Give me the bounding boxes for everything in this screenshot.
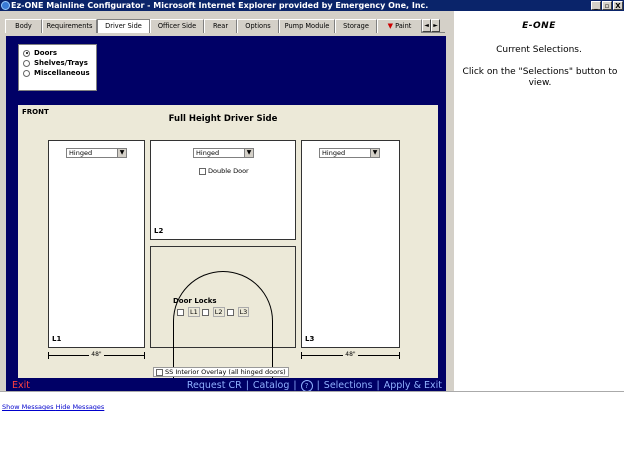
tab-bar: Body Requirements Driver Side Officer Si… xyxy=(5,19,445,33)
ss-interior-overlay-label: SS Interior Overlay (all hinged doors) xyxy=(165,368,286,376)
option-miscellaneous[interactable]: Miscellaneous xyxy=(23,68,92,78)
radio-shelves-trays[interactable] xyxy=(23,59,30,67)
chevron-down-icon: ▼ xyxy=(370,149,379,157)
help-icon[interactable]: ? xyxy=(300,379,313,392)
option-doors[interactable]: Doors xyxy=(23,48,92,58)
apply-exit-link[interactable]: Apply & Exit xyxy=(384,380,446,391)
l3-label: L3 xyxy=(305,335,315,343)
tab-paint[interactable]: ▼ Paint xyxy=(377,19,422,33)
double-door-label: Double Door xyxy=(208,167,249,175)
minimize-button[interactable]: _ xyxy=(591,1,601,10)
lock-l3-checkbox[interactable] xyxy=(226,308,234,316)
selections-link[interactable]: Selections xyxy=(324,380,373,391)
tab-scroll-left-button[interactable]: ◄ xyxy=(422,19,431,32)
door-locks-label: Door Locks xyxy=(173,297,217,305)
l1-door-type-select[interactable]: Hinged ▼ xyxy=(66,148,127,158)
tab-pump-module[interactable]: Pump Module xyxy=(279,19,335,33)
chevron-down-icon: ▼ xyxy=(244,149,253,157)
lock-l2-label: L2 xyxy=(212,307,225,317)
select-value: Hinged xyxy=(69,149,93,157)
caret-down-icon: ▼ xyxy=(387,22,393,30)
hide-messages-link[interactable]: Hide Messages xyxy=(56,403,105,411)
category-radio-group: Doors Shelves/Trays Miscellaneous xyxy=(18,44,97,91)
double-door-option[interactable]: Double Door xyxy=(199,167,249,175)
compartment-l1: Hinged ▼ L1 xyxy=(48,140,145,348)
ie-icon xyxy=(1,1,10,10)
tab-officer-side[interactable]: Officer Side xyxy=(150,19,204,33)
tab-paint-label: Paint xyxy=(395,22,412,30)
tab-rear[interactable]: Rear xyxy=(204,19,237,33)
configurator-app: Body Requirements Driver Side Officer Si… xyxy=(0,11,454,396)
driver-side-panel: FRONT Full Height Driver Side Hinged ▼ L… xyxy=(18,105,438,396)
l3-width-label: 48" xyxy=(343,351,358,358)
tab-scroller: ◄ ► xyxy=(422,19,440,32)
lock-l1-checkbox[interactable] xyxy=(177,308,184,316)
door-locks-area: Door Locks L1 L2 L3 xyxy=(150,246,296,396)
tab-scroll-right-button[interactable]: ► xyxy=(431,19,440,32)
l1-label: L1 xyxy=(52,335,62,343)
ss-interior-overlay-option[interactable]: SS Interior Overlay (all hinged doors) xyxy=(153,367,289,377)
tab-driver-side[interactable]: Driver Side xyxy=(97,19,150,33)
l3-door-type-select[interactable]: Hinged ▼ xyxy=(319,148,380,158)
option-label: Miscellaneous xyxy=(34,69,90,77)
l3-width-dimension: 48" xyxy=(301,351,400,359)
compartment-l2: Hinged ▼ Double Door L2 xyxy=(150,140,296,240)
option-label: Shelves/Trays xyxy=(34,59,88,67)
radio-doors[interactable] xyxy=(23,49,30,57)
select-value: Hinged xyxy=(196,149,220,157)
e-one-logo: E-ONE xyxy=(522,21,556,31)
chevron-down-icon: ▼ xyxy=(117,149,126,157)
close-button[interactable]: X xyxy=(613,1,623,10)
ss-interior-overlay-checkbox[interactable] xyxy=(156,368,163,376)
panel-title: Full Height Driver Side xyxy=(168,114,278,124)
option-label: Doors xyxy=(34,49,58,57)
tab-body[interactable]: Body xyxy=(5,19,42,33)
maximize-button[interactable]: ▫ xyxy=(602,1,612,10)
double-door-checkbox[interactable] xyxy=(199,167,206,175)
select-value: Hinged xyxy=(322,149,346,157)
lock-l1-label: L1 xyxy=(188,307,200,317)
l2-door-type-select[interactable]: Hinged ▼ xyxy=(193,148,254,158)
window-title: Ez-ONE Mainline Configurator - Microsoft… xyxy=(11,1,429,10)
current-selections-heading: Current Selections. xyxy=(496,45,582,55)
tab-storage[interactable]: Storage xyxy=(335,19,377,33)
l1-width-label: 48" xyxy=(89,351,104,358)
lock-l2-checkbox[interactable] xyxy=(201,308,209,316)
exit-button[interactable]: Exit xyxy=(6,380,30,391)
compartment-l3: Hinged ▼ L3 xyxy=(301,140,400,348)
selections-sidebar: E-ONE Current Selections. Click on the "… xyxy=(454,11,624,391)
window-titlebar: Ez-ONE Mainline Configurator - Microsoft… xyxy=(0,0,624,11)
show-messages-link[interactable]: Show Messages xyxy=(2,403,53,411)
lock-l3-label: L3 xyxy=(237,307,250,317)
tab-options[interactable]: Options xyxy=(237,19,279,33)
l1-width-dimension: 48" xyxy=(48,351,145,359)
request-cr-link[interactable]: Request CR xyxy=(187,380,242,391)
messages-area: Show Messages Hide Messages xyxy=(0,391,624,453)
door-locks-row: L1 L2 L3 xyxy=(177,307,250,317)
tab-requirements[interactable]: Requirements xyxy=(42,19,97,33)
catalog-link[interactable]: Catalog xyxy=(253,380,289,391)
selections-instruction: Click on the "Selections" button to view… xyxy=(462,67,618,88)
radio-miscellaneous[interactable] xyxy=(23,69,30,77)
l2-label: L2 xyxy=(154,227,164,235)
option-shelves-trays[interactable]: Shelves/Trays xyxy=(23,58,92,68)
